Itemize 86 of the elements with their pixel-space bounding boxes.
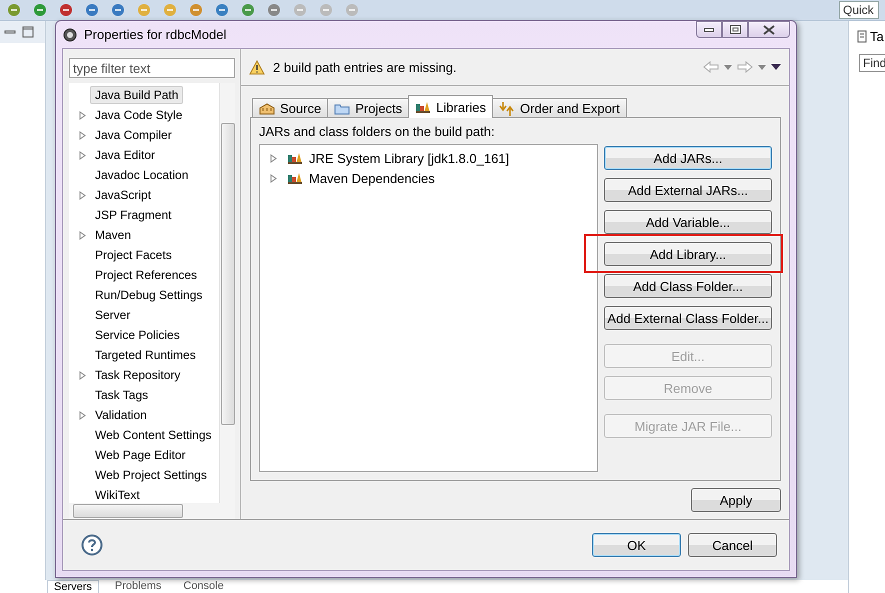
minimize-button[interactable] <box>696 21 722 38</box>
tree-item[interactable]: Java Compiler <box>90 126 177 144</box>
tree-item[interactable]: Project References <box>90 266 202 284</box>
toolbar-icon[interactable] <box>214 2 230 18</box>
vertical-scrollbar[interactable] <box>219 83 235 503</box>
expand-arrow-icon[interactable] <box>79 370 86 380</box>
close-button[interactable] <box>748 21 790 38</box>
horizontal-scrollbar[interactable] <box>69 503 235 519</box>
action-button[interactable]: Add External Class Folder... <box>604 306 772 330</box>
tree-item[interactable]: JavaScript <box>90 186 156 204</box>
tree-item[interactable]: Web Content Settings <box>90 426 217 444</box>
tree-item[interactable]: Service Policies <box>90 326 185 344</box>
expand-arrow-icon[interactable] <box>79 130 86 140</box>
expand-arrow-icon[interactable] <box>79 230 86 240</box>
tree-item[interactable]: Java Code Style <box>90 106 188 124</box>
books-icon <box>287 171 303 185</box>
maximize-icon <box>730 25 740 34</box>
tab[interactable]: Projects <box>327 98 410 118</box>
books-icon <box>415 100 432 114</box>
tree-item[interactable]: Server <box>90 306 136 324</box>
warning-icon <box>249 60 265 74</box>
tab[interactable]: Source <box>252 98 328 118</box>
books-icon <box>287 151 303 165</box>
dialog-button[interactable]: OK <box>592 533 681 557</box>
tab[interactable]: Order and Export <box>492 98 627 118</box>
package-icon <box>259 102 275 116</box>
toolbar-icon[interactable] <box>58 2 74 18</box>
dialog-button[interactable]: Cancel <box>688 533 777 557</box>
window-title: Properties for rdbcModel <box>84 27 226 42</box>
tree-item[interactable]: Validation <box>90 406 152 424</box>
action-button[interactable]: Add Library... <box>604 242 772 266</box>
panel-tab[interactable]: Ta <box>870 29 884 44</box>
tree-item[interactable]: Java Editor <box>90 146 160 164</box>
tree-item[interactable]: JSP Fragment <box>90 206 176 224</box>
toolbar-icon[interactable] <box>266 2 282 18</box>
tree-item[interactable]: Task Tags <box>90 386 154 404</box>
tree-item[interactable]: Java Build Path <box>90 86 184 104</box>
toolbar-icon[interactable] <box>84 2 100 18</box>
list-caption: JARs and class folders on the build path: <box>259 124 496 139</box>
action-button[interactable]: Add Variable... <box>604 210 772 234</box>
close-icon <box>763 24 775 34</box>
expand-arrow-icon[interactable] <box>79 190 86 200</box>
quick-access-field[interactable]: Quick <box>839 1 879 19</box>
tab[interactable]: Libraries <box>408 95 494 118</box>
back-arrow-icon[interactable] <box>703 61 719 73</box>
minimize-icon <box>704 28 714 32</box>
arrows-icon <box>499 100 516 116</box>
action-button[interactable]: Add Class Folder... <box>604 274 772 298</box>
expand-arrow-icon[interactable] <box>79 410 86 420</box>
menu-icon[interactable] <box>771 64 781 70</box>
tree-item[interactable]: Task Repository <box>90 366 186 384</box>
toolbar-icon[interactable] <box>110 2 126 18</box>
toolbar-icon[interactable] <box>188 2 204 18</box>
filter-field[interactable]: type filter text <box>69 58 235 78</box>
tree-item[interactable]: Javadoc Location <box>90 166 194 184</box>
maximize-icon[interactable] <box>22 26 34 38</box>
expand-arrow-icon[interactable] <box>270 174 277 182</box>
forward-arrow-icon[interactable] <box>737 61 753 73</box>
tree-item[interactable]: Targeted Runtimes <box>90 346 201 364</box>
tree-item[interactable]: Run/Debug Settings <box>90 286 208 304</box>
expand-arrow-icon[interactable] <box>270 154 277 162</box>
dropdown-icon[interactable] <box>758 64 766 70</box>
tree-item[interactable]: Web Page Editor <box>90 446 190 464</box>
expand-arrow-icon[interactable] <box>79 110 86 120</box>
view-tab[interactable]: Problems <box>108 580 168 593</box>
tree-item[interactable]: WikiText <box>90 486 145 504</box>
toolbar-icon[interactable] <box>240 2 256 18</box>
library-entry[interactable]: JRE System Library [jdk1.8.0_161] <box>309 150 510 166</box>
view-tab[interactable]: Console <box>177 580 230 593</box>
warning-message: 2 build path entries are missing. <box>273 60 457 74</box>
document-icon <box>857 30 867 43</box>
action-button[interactable]: Add External JARs... <box>604 178 772 202</box>
view-tab[interactable]: Servers <box>47 580 99 593</box>
tree-item[interactable]: Maven <box>90 226 136 244</box>
toolbar-icon[interactable] <box>6 2 22 18</box>
dropdown-icon[interactable] <box>724 64 732 70</box>
maximize-button[interactable] <box>722 21 748 38</box>
expand-arrow-icon[interactable] <box>79 150 86 160</box>
action-button[interactable]: Add JARs... <box>604 146 772 170</box>
tree-item[interactable]: Web Project Settings <box>90 466 212 484</box>
apply-button[interactable]: Apply <box>691 488 781 512</box>
library-entry[interactable]: Maven Dependencies <box>309 170 435 186</box>
toolbar-icon[interactable] <box>32 2 48 18</box>
gear-icon <box>62 26 78 42</box>
tree-item[interactable]: Project Facets <box>90 246 177 264</box>
help-icon[interactable] <box>81 534 103 556</box>
